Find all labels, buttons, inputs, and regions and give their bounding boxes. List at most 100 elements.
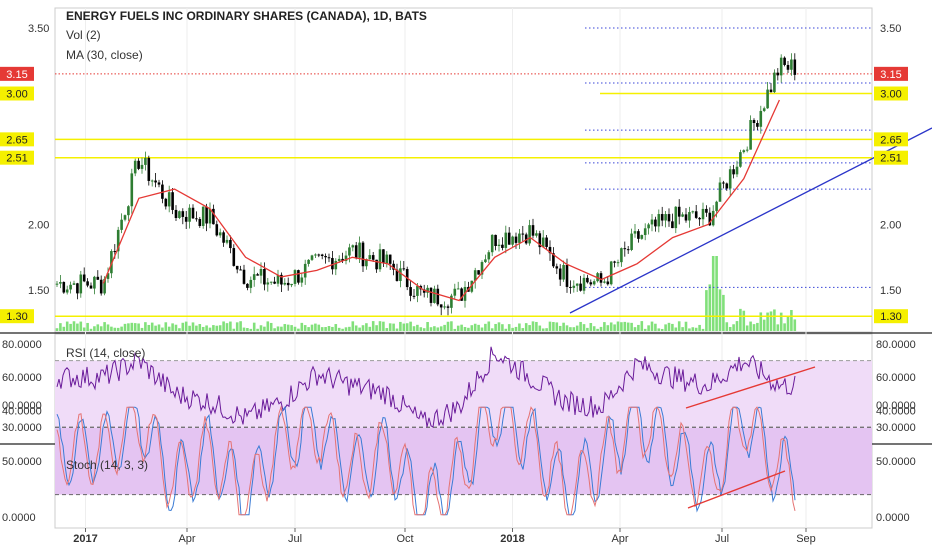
volume-bar [276, 326, 280, 331]
volume-bar [732, 324, 735, 331]
marker-badge-left-text: 1.30 [6, 311, 27, 323]
volume-bar [711, 256, 715, 331]
volume-bar [351, 321, 355, 331]
candle-body [443, 306, 446, 308]
volume-bar [558, 325, 562, 331]
marker-badge-right-text: 3.15 [880, 69, 901, 81]
y-tick-label-left: 2.00 [28, 220, 49, 232]
volume-bar [154, 325, 157, 331]
volume-bar [412, 326, 416, 331]
volume-bar [300, 322, 304, 331]
volume-bar [55, 328, 59, 331]
volume-bar [171, 323, 174, 331]
ma-label: MA (30, close) [66, 48, 143, 62]
candle-body [436, 288, 440, 305]
volume-bar [596, 328, 599, 331]
rsi-tick-left: 30.0000 [2, 422, 42, 434]
volume-bar [555, 322, 559, 331]
volume-bar [592, 326, 596, 331]
candle-body [337, 258, 341, 261]
candle-body [650, 219, 654, 225]
candle-body [762, 108, 766, 111]
volume-bar [290, 325, 293, 331]
volume-bar [766, 312, 769, 331]
candle-body [178, 211, 181, 218]
candle-body [157, 182, 161, 185]
volume-bar [252, 322, 256, 331]
candle-body [368, 255, 372, 260]
candle-body [671, 221, 674, 229]
candle-body [773, 72, 776, 93]
candle-body [674, 206, 678, 229]
candle-body [198, 218, 202, 226]
x-tick-label: Sep [796, 533, 816, 545]
candle-body [358, 242, 361, 258]
candle-body [65, 289, 69, 293]
candle-body [439, 304, 443, 308]
volume-bar [480, 327, 484, 331]
volume-bar [565, 325, 569, 331]
candle-body [518, 233, 521, 243]
volume-bar [609, 322, 613, 331]
candle-body [616, 262, 620, 264]
volume-bar [783, 323, 786, 331]
candle-body [793, 59, 797, 75]
volume-bar [793, 319, 797, 331]
volume-bar [490, 328, 494, 331]
candle-body [256, 274, 259, 276]
volume-bar [86, 322, 89, 331]
candle-body [137, 160, 140, 169]
candle-body [722, 182, 725, 184]
volume-bar [521, 328, 525, 331]
volume-bar [494, 323, 497, 331]
candle-body [93, 276, 96, 289]
volume-bar [708, 284, 712, 331]
candle-body [246, 283, 249, 288]
volume-bar [681, 327, 684, 331]
candle-body [630, 233, 633, 250]
volume-bar [674, 327, 678, 331]
volume-bar [660, 328, 664, 331]
volume-bar [215, 325, 219, 331]
volume-bar [426, 322, 429, 331]
volume-bar [266, 321, 270, 331]
volume-bar [762, 319, 766, 331]
volume-bar [433, 326, 436, 331]
candle-body [215, 224, 219, 236]
candle-body [766, 89, 769, 109]
candle-body [361, 242, 365, 267]
stoch-tick-right: 00.0000 [876, 400, 916, 412]
volume-bar [72, 321, 76, 331]
candle-body [521, 233, 525, 235]
volume-bar [443, 324, 446, 331]
candle-body [222, 232, 225, 243]
volume-bar [137, 323, 140, 331]
volume-bar [361, 325, 365, 331]
candle-body [69, 284, 72, 290]
candle-body [504, 232, 508, 248]
candle-body [133, 160, 137, 174]
candle-body [218, 232, 222, 236]
volume-bar [456, 325, 460, 331]
candle-body [609, 261, 613, 285]
volume-bar [324, 327, 327, 331]
volume-bar [96, 324, 100, 331]
volume-bar [303, 325, 307, 331]
y-tick-label-right: 1.50 [880, 285, 901, 297]
marker-badge-left-text: 2.51 [6, 153, 27, 165]
candle-body [677, 206, 681, 217]
volume-bar [62, 326, 66, 331]
y-tick-label-right: 3.50 [880, 23, 901, 35]
volume-bar [769, 311, 773, 331]
candle-body [348, 247, 351, 256]
volume-bar [174, 324, 178, 331]
candle-body [382, 249, 385, 264]
volume-bar [409, 321, 412, 331]
volume-bar [402, 323, 406, 331]
candle-body [769, 89, 773, 93]
volume-bar [773, 309, 776, 331]
volume-bar [65, 321, 69, 331]
volume-bar [378, 321, 382, 331]
candle-body [388, 254, 392, 264]
volume-bar [307, 327, 310, 331]
